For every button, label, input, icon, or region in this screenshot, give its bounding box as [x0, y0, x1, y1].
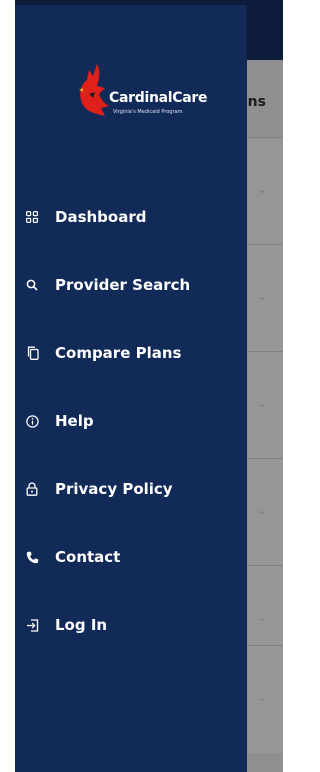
info-icon: [25, 414, 39, 428]
logo-wordmark: CardinalCare: [109, 90, 208, 106]
login-icon: [25, 618, 39, 632]
chevron-down-icon: ⌄: [257, 690, 268, 704]
phone-icon: [25, 550, 39, 564]
menu-item-help[interactable]: Help: [15, 399, 247, 443]
background-row: ⌄: [248, 458, 283, 566]
chevron-down-icon: ⌄: [257, 289, 268, 303]
chevron-down-icon: ⌄: [257, 610, 268, 624]
chevron-down-icon: ⌄: [257, 182, 268, 196]
cardinalcare-logo[interactable]: CardinalCare Virginia's Medicaid Program: [75, 60, 215, 130]
logo-tagline: Virginia's Medicaid Program: [113, 109, 183, 115]
background-row: ⌄: [248, 645, 283, 753]
search-icon: [25, 278, 39, 292]
dashboard-grid-icon: [25, 210, 39, 224]
menu-item-log-in[interactable]: Log In: [15, 603, 247, 647]
lock-icon: [25, 482, 39, 496]
menu-label: Log In: [55, 616, 108, 634]
copy-icon: [25, 346, 39, 360]
background-row: ⌄: [248, 351, 283, 459]
menu-item-compare-plans[interactable]: Compare Plans: [15, 331, 247, 375]
menu-label: Help: [55, 412, 94, 430]
menu-label: Privacy Policy: [55, 480, 173, 498]
menu-item-provider-search[interactable]: Provider Search: [15, 263, 247, 307]
navigation-drawer: CardinalCare Virginia's Medicaid Program…: [15, 5, 247, 772]
menu-label: Provider Search: [55, 276, 191, 294]
chevron-down-icon: ⌄: [257, 396, 268, 410]
menu-item-contact[interactable]: Contact: [15, 535, 247, 579]
menu-label: Contact: [55, 548, 121, 566]
menu-label: Dashboard: [55, 208, 147, 226]
chevron-down-icon: ⌄: [257, 503, 268, 517]
background-row: ⌄: [248, 137, 283, 245]
menu-label: Compare Plans: [55, 344, 182, 362]
left-edge: [0, 0, 15, 772]
menu-item-privacy-policy[interactable]: Privacy Policy: [15, 467, 247, 511]
menu-item-dashboard[interactable]: Dashboard: [15, 195, 247, 239]
background-row: ⌄: [248, 244, 283, 352]
